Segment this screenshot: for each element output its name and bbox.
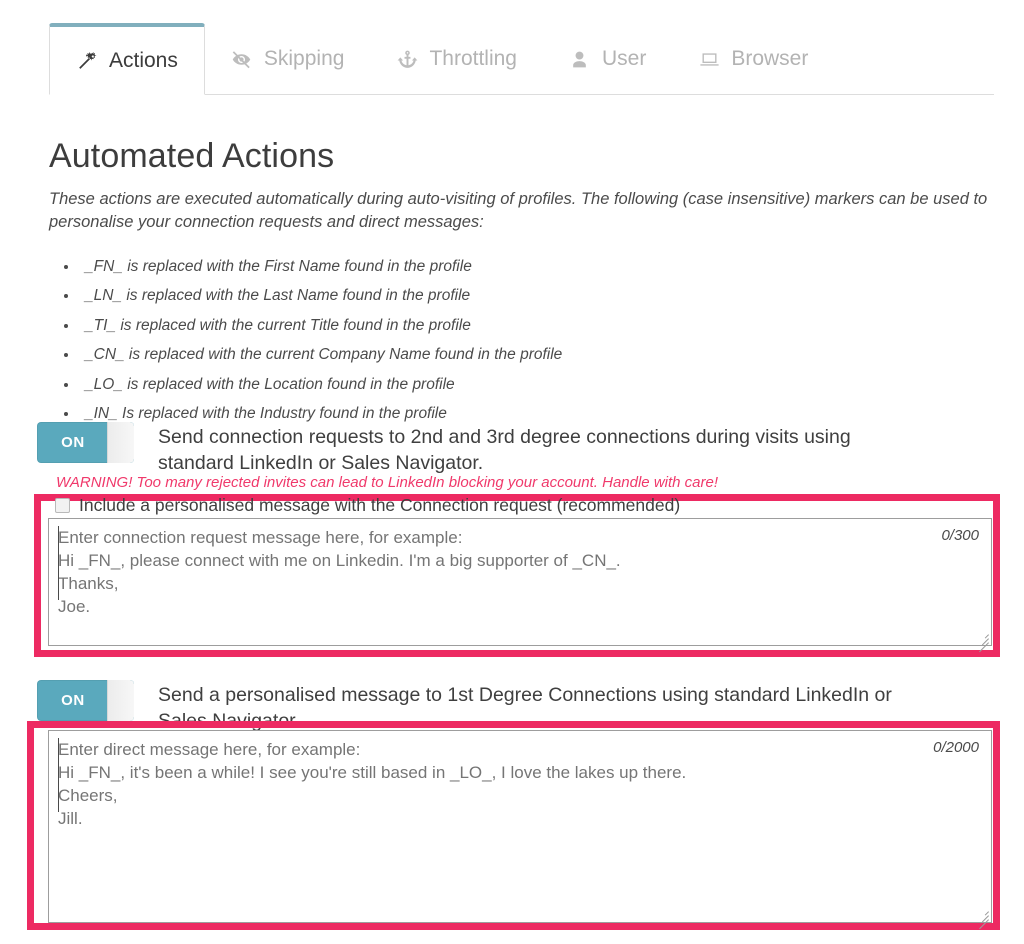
eye-slash-icon [231,48,253,70]
toggle-state-label: ON [61,692,85,709]
marker-list: _FN_ is replaced with the First Name fou… [49,256,949,433]
user-icon [569,48,591,70]
tab-browser[interactable]: Browser [672,24,834,94]
include-personalised-message-row[interactable]: Include a personalised message with the … [55,495,680,516]
tab-label: User [601,47,647,70]
connection-requests-toggle[interactable]: ON [37,422,134,463]
connection-requests-warning: WARNING! Too many rejected invites can l… [56,474,719,491]
toggle-knob [107,422,134,463]
include-personalised-message-checkbox[interactable] [55,498,70,513]
page-title: Automated Actions [49,137,335,175]
include-personalised-message-label: Include a personalised message with the … [79,495,681,515]
tab-bar: Actions Skipping Throttling User Browser [49,23,994,95]
direct-message-toggle[interactable]: ON [37,680,134,721]
toggle-knob [107,680,134,721]
list-item: _TI_ is replaced with the current Title … [79,315,949,337]
list-item: _CN_ is replaced with the current Compan… [79,344,949,366]
direct-message-field[interactable]: 0/2000 [48,730,992,930]
tab-actions[interactable]: Actions [49,23,205,95]
text-cursor [58,526,59,600]
list-item: _LN_ is replaced with the Last Name foun… [79,285,949,307]
list-item: _LO_ is replaced with the Location found… [79,374,949,396]
laptop-icon [698,48,720,70]
tab-list: Actions Skipping Throttling User Browser [49,23,994,95]
tab-throttling[interactable]: Throttling [370,24,543,94]
direct-message-textarea[interactable] [48,730,992,923]
toggle-state-label: ON [61,434,85,451]
magic-wand-icon [76,50,98,72]
connection-requests-description: Send connection requests to 2nd and 3rd … [158,426,851,475]
list-item: _FN_ is replaced with the First Name fou… [79,256,949,278]
text-cursor [58,738,59,812]
tab-label: Actions [109,48,178,72]
tab-user[interactable]: User [543,24,672,94]
automated-actions-page: Actions Skipping Throttling User Browser… [0,0,1024,944]
tab-label: Throttling [429,47,517,70]
page-intro: These actions are executed automatically… [49,190,988,232]
tab-skipping[interactable]: Skipping [205,24,371,94]
tab-label: Browser [731,47,809,70]
tab-label: Skipping [263,47,345,70]
connection-message-textarea[interactable] [48,518,992,646]
connection-requests-row: ON Send connection requests to 2nd and 3… [37,422,897,476]
anchor-icon [396,48,418,70]
connection-message-field[interactable]: 0/300 [48,518,992,653]
